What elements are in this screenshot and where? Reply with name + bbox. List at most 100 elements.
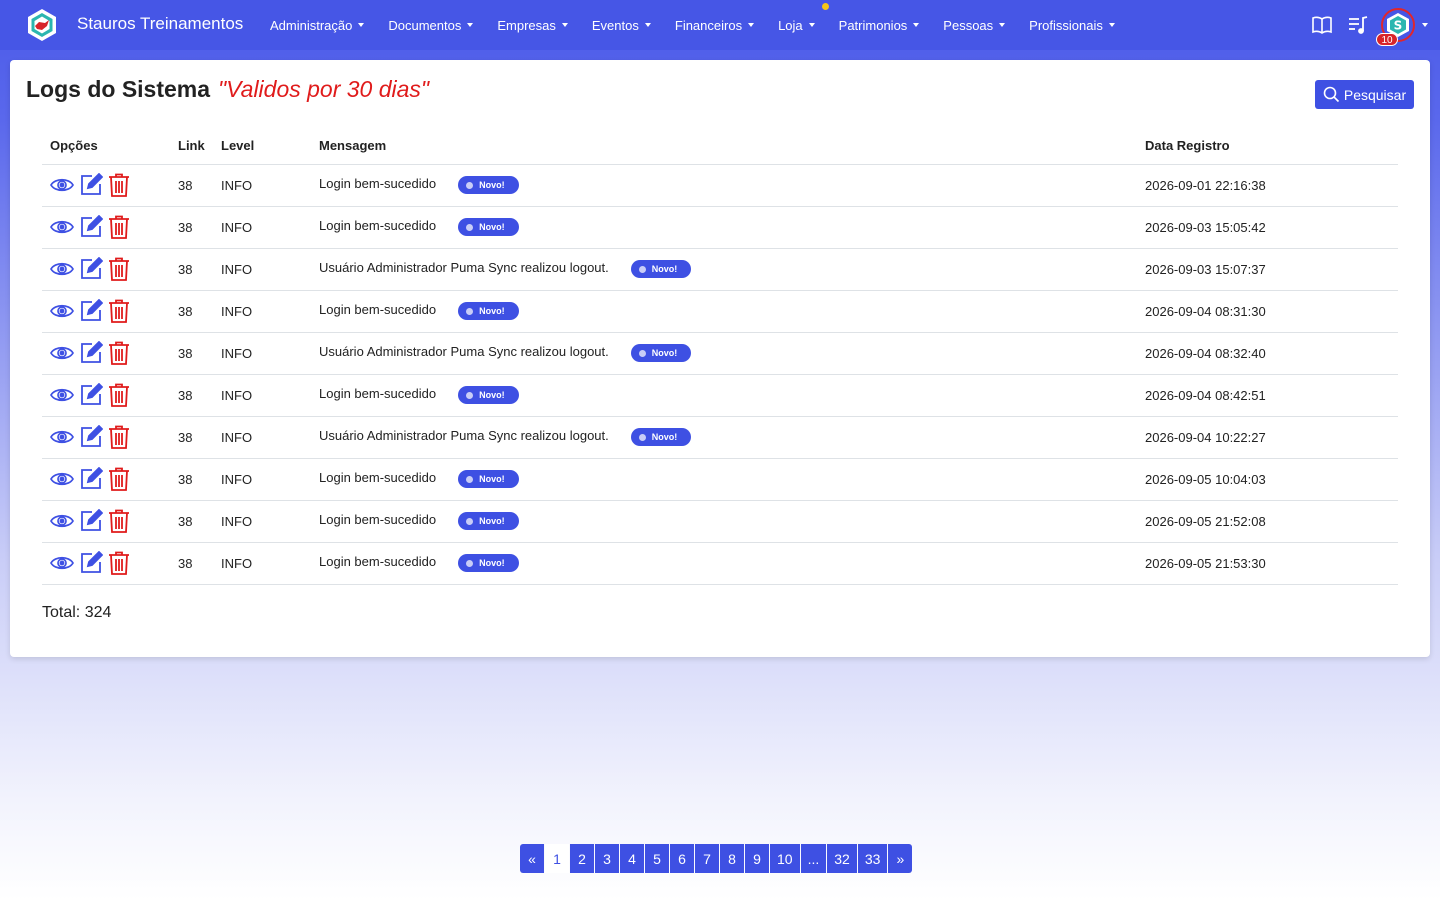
menu-empresas[interactable]: Empresas xyxy=(497,18,568,33)
page-7[interactable]: 7 xyxy=(695,844,719,873)
log-message: Login bem-sucedido xyxy=(319,470,437,486)
delete-trash-icon[interactable] xyxy=(108,257,130,281)
delete-trash-icon[interactable] xyxy=(108,383,130,407)
menu-profissionais[interactable]: Profissionais xyxy=(1029,18,1115,33)
delete-trash-icon[interactable] xyxy=(108,467,130,491)
view-eye-icon[interactable] xyxy=(50,511,74,531)
page-next[interactable]: » xyxy=(888,844,913,873)
header-message: Mensagem xyxy=(311,128,1137,165)
page-32[interactable]: 32 xyxy=(827,844,857,873)
brand-logo-icon[interactable] xyxy=(25,8,59,42)
delete-trash-icon[interactable] xyxy=(108,215,130,239)
row-date: 2026-09-05 10:04:03 xyxy=(1137,458,1398,501)
delete-trash-icon[interactable] xyxy=(108,173,130,197)
page-33[interactable]: 33 xyxy=(857,844,888,873)
menu-financeiros[interactable]: Financeiros xyxy=(675,18,755,33)
badge-dot-icon xyxy=(466,307,474,315)
page-2[interactable]: 2 xyxy=(570,844,594,873)
delete-trash-icon[interactable] xyxy=(108,551,130,575)
page-3[interactable]: 3 xyxy=(595,844,619,873)
menu-pessoas[interactable]: Pessoas xyxy=(943,18,1006,33)
log-message: Usuário Administrador Puma Sync realizou… xyxy=(319,344,609,360)
new-badge-label: Novo! xyxy=(651,432,678,442)
playlist-icon[interactable] xyxy=(1347,14,1369,36)
edit-icon[interactable] xyxy=(79,341,103,365)
row-options xyxy=(42,164,170,207)
menu-administracao[interactable]: Administração xyxy=(270,18,365,33)
page-prev[interactable]: « xyxy=(520,844,544,873)
row-message: Login bem-sucedido Novo! xyxy=(311,290,1137,333)
page-9[interactable]: 9 xyxy=(745,844,769,873)
view-eye-icon[interactable] xyxy=(50,259,74,279)
page-5[interactable]: 5 xyxy=(645,844,669,873)
row-link: 38 xyxy=(170,164,213,207)
row-level: INFO xyxy=(213,500,311,543)
log-message: Login bem-sucedido xyxy=(319,554,437,570)
view-eye-icon[interactable] xyxy=(50,469,74,489)
view-eye-icon[interactable] xyxy=(50,553,74,573)
table-row: 38 INFO Login bem-sucedido Novo! 2026-09-… xyxy=(42,542,1398,585)
edit-icon[interactable] xyxy=(79,509,103,533)
new-badge-label: Novo! xyxy=(479,558,505,568)
log-message: Login bem-sucedido xyxy=(319,218,437,234)
edit-icon[interactable] xyxy=(79,425,103,449)
delete-trash-icon[interactable] xyxy=(108,341,130,365)
edit-icon[interactable] xyxy=(79,383,103,407)
search-button[interactable]: Pesquisar xyxy=(1315,80,1414,109)
edit-icon[interactable] xyxy=(79,551,103,575)
caret-down-icon xyxy=(748,23,755,27)
row-message: Login bem-sucedido Novo! xyxy=(311,164,1137,207)
row-link: 38 xyxy=(170,290,213,333)
search-icon xyxy=(1323,86,1339,103)
caret-down-icon xyxy=(561,23,568,27)
menu-loja[interactable]: Loja xyxy=(778,2,829,33)
row-link: 38 xyxy=(170,458,213,501)
badge-dot-icon xyxy=(466,391,474,399)
view-eye-icon[interactable] xyxy=(50,175,74,195)
new-badge-label: Novo! xyxy=(479,180,505,190)
badge-dot-icon xyxy=(638,349,646,357)
log-message: Login bem-sucedido xyxy=(319,512,437,528)
menu-eventos[interactable]: Eventos xyxy=(592,18,651,33)
row-date: 2026-09-03 15:07:37 xyxy=(1137,248,1398,291)
page-6[interactable]: 6 xyxy=(670,844,694,873)
page-4[interactable]: 4 xyxy=(620,844,644,873)
view-eye-icon[interactable] xyxy=(50,385,74,405)
caret-down-icon xyxy=(467,23,474,27)
row-link: 38 xyxy=(170,500,213,543)
log-message: Usuário Administrador Puma Sync realizou… xyxy=(319,260,609,276)
row-date: 2026-09-04 10:22:27 xyxy=(1137,416,1398,459)
menu-label: Profissionais xyxy=(1029,17,1103,33)
caret-down-icon[interactable] xyxy=(1422,23,1428,27)
menu-documentos[interactable]: Documentos xyxy=(388,17,474,33)
brand-name[interactable]: Stauros Treinamentos xyxy=(77,14,243,34)
header-link: Link xyxy=(170,128,213,165)
page-10[interactable]: 10 xyxy=(770,844,800,873)
menu-patrimonios[interactable]: Patrimonios xyxy=(839,18,920,33)
edit-icon[interactable] xyxy=(79,215,103,239)
view-eye-icon[interactable] xyxy=(50,427,74,447)
row-message: Login bem-sucedido Novo! xyxy=(311,374,1137,417)
view-eye-icon[interactable] xyxy=(50,343,74,363)
row-message: Login bem-sucedido Novo! xyxy=(311,542,1137,585)
row-date: 2026-09-03 15:05:42 xyxy=(1137,206,1398,249)
menu-label: Documentos xyxy=(388,17,462,33)
view-eye-icon[interactable] xyxy=(50,301,74,321)
view-eye-icon[interactable] xyxy=(50,217,74,237)
delete-trash-icon[interactable] xyxy=(108,299,130,323)
edit-icon[interactable] xyxy=(79,173,103,197)
edit-icon[interactable] xyxy=(79,467,103,491)
page-8[interactable]: 8 xyxy=(720,844,744,873)
notification-count-badge: 10 xyxy=(1376,33,1398,46)
badge-dot-icon xyxy=(638,265,646,273)
delete-trash-icon[interactable] xyxy=(108,509,130,533)
header-options: Opções xyxy=(42,128,170,165)
badge-dot-icon xyxy=(466,517,474,525)
delete-trash-icon[interactable] xyxy=(108,425,130,449)
book-icon[interactable] xyxy=(1311,14,1333,36)
table-row: 38 INFO Login bem-sucedido Novo! 2026-09-… xyxy=(42,290,1398,333)
edit-icon[interactable] xyxy=(79,299,103,323)
edit-icon[interactable] xyxy=(79,257,103,281)
row-level: INFO xyxy=(213,290,311,333)
page-1[interactable]: 1 xyxy=(545,844,569,873)
